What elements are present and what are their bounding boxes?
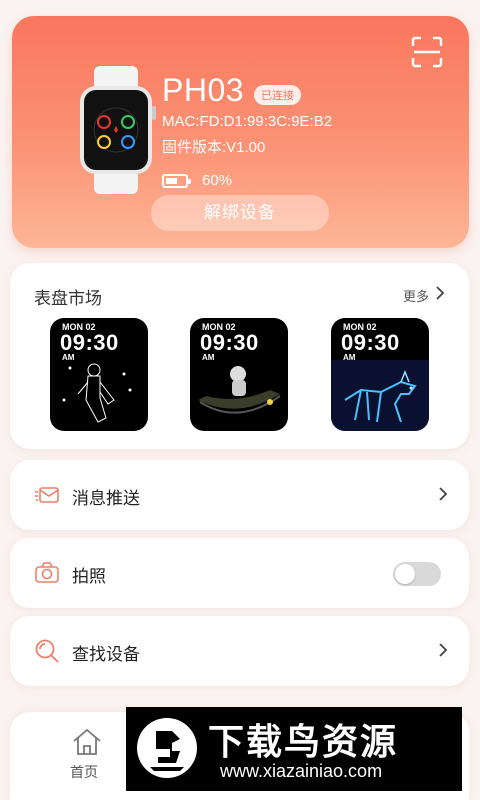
watch-image xyxy=(80,66,156,194)
glowing-wolf-icon xyxy=(331,360,429,431)
message-push-label: 消息推送 xyxy=(72,489,140,509)
chevron-right-icon[interactable] xyxy=(433,285,447,301)
chevron-right-icon xyxy=(439,487,448,501)
device-card: PH03 已连接 MAC:FD:D1:99:3C:9E:B2 固件版本:V1.0… xyxy=(12,16,469,248)
battery-icon xyxy=(162,174,191,188)
message-push-row[interactable]: 消息推送 xyxy=(10,460,469,530)
toggle-knob xyxy=(395,564,415,584)
watch-face-3[interactable]: MON 02 09:30 AM xyxy=(331,318,429,431)
unbind-device-button[interactable]: 解绑设备 xyxy=(151,195,329,231)
find-device-row[interactable]: 查找设备 xyxy=(10,616,469,686)
home-icon[interactable] xyxy=(72,728,102,756)
take-photo-label: 拍照 xyxy=(72,567,106,587)
device-name: PH03 xyxy=(162,72,245,108)
mac-address: MAC:FD:D1:99:3C:9E:B2 xyxy=(162,113,333,130)
scan-icon[interactable] xyxy=(411,36,443,68)
photo-toggle[interactable] xyxy=(393,562,441,586)
watch-face-2[interactable]: MON 02 09:30 AM xyxy=(190,318,288,431)
firmware-version: 固件版本:V1.00 xyxy=(162,139,266,156)
watermark-banner: 下载鸟资源 www.xiazainiao.com xyxy=(126,707,462,791)
search-icon xyxy=(35,639,59,663)
watch-face-market: 表盘市场 更多 MON 02 09:30 AM MON 02 09:30 AM … xyxy=(10,263,469,449)
take-photo-row: 拍照 xyxy=(10,538,469,608)
camera-icon xyxy=(35,562,59,583)
market-title: 表盘市场 xyxy=(34,289,102,309)
astronaut-art-icon xyxy=(62,363,132,423)
bird-logo-icon xyxy=(137,718,197,778)
watch-face-1[interactable]: MON 02 09:30 AM xyxy=(50,318,148,431)
message-push-icon xyxy=(35,487,59,503)
watermark-title: 下载鸟资源 xyxy=(208,722,399,763)
tab-home-label[interactable]: 首页 xyxy=(70,762,98,782)
astronaut-boat-icon xyxy=(198,366,281,414)
market-more-link[interactable]: 更多 xyxy=(403,286,429,305)
chevron-right-icon xyxy=(439,643,448,657)
find-device-label: 查找设备 xyxy=(72,645,140,665)
battery-percent: 60% xyxy=(202,172,233,189)
status-badge: 已连接 xyxy=(254,85,301,105)
watermark-url: www.xiazainiao.com xyxy=(220,761,383,781)
